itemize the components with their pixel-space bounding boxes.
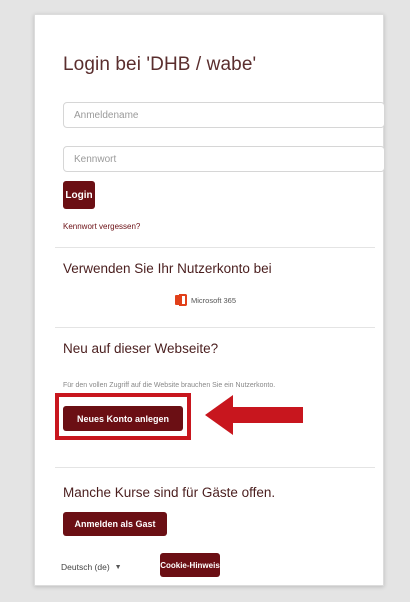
highlight-box (55, 393, 191, 440)
cookie-notice-button[interactable]: Cookie-Hinweis (160, 553, 220, 577)
forgot-password-link[interactable]: Kennwort vergessen? (63, 222, 140, 231)
guest-title: Manche Kurse sind für Gäste offen. (63, 485, 276, 500)
signup-title: Neu auf dieser Webseite? (63, 341, 219, 356)
language-selector[interactable]: Deutsch (de) ▼ (61, 562, 122, 572)
divider (55, 467, 375, 468)
password-input[interactable] (63, 146, 385, 172)
divider (55, 247, 375, 248)
microsoft-login-link[interactable]: Microsoft 365 (175, 294, 236, 306)
office-icon (175, 294, 187, 306)
arrow-left-icon (205, 395, 303, 435)
username-input[interactable] (63, 102, 385, 128)
language-label: Deutsch (de) (61, 562, 110, 572)
page-title: Login bei 'DHB / wabe' (63, 54, 257, 75)
external-login-title: Verwenden Sie Ihr Nutzerkonto bei (63, 261, 272, 276)
caret-down-icon: ▼ (114, 563, 122, 571)
signup-text: Für den vollen Zugriff auf die Website b… (63, 382, 276, 389)
divider (55, 327, 375, 328)
guest-login-button[interactable]: Anmelden als Gast (63, 512, 167, 536)
microsoft-login-label: Microsoft 365 (191, 295, 237, 305)
login-button[interactable]: Login (63, 181, 95, 209)
login-card: Login bei 'DHB / wabe' Login Kennwort ve… (34, 14, 385, 586)
